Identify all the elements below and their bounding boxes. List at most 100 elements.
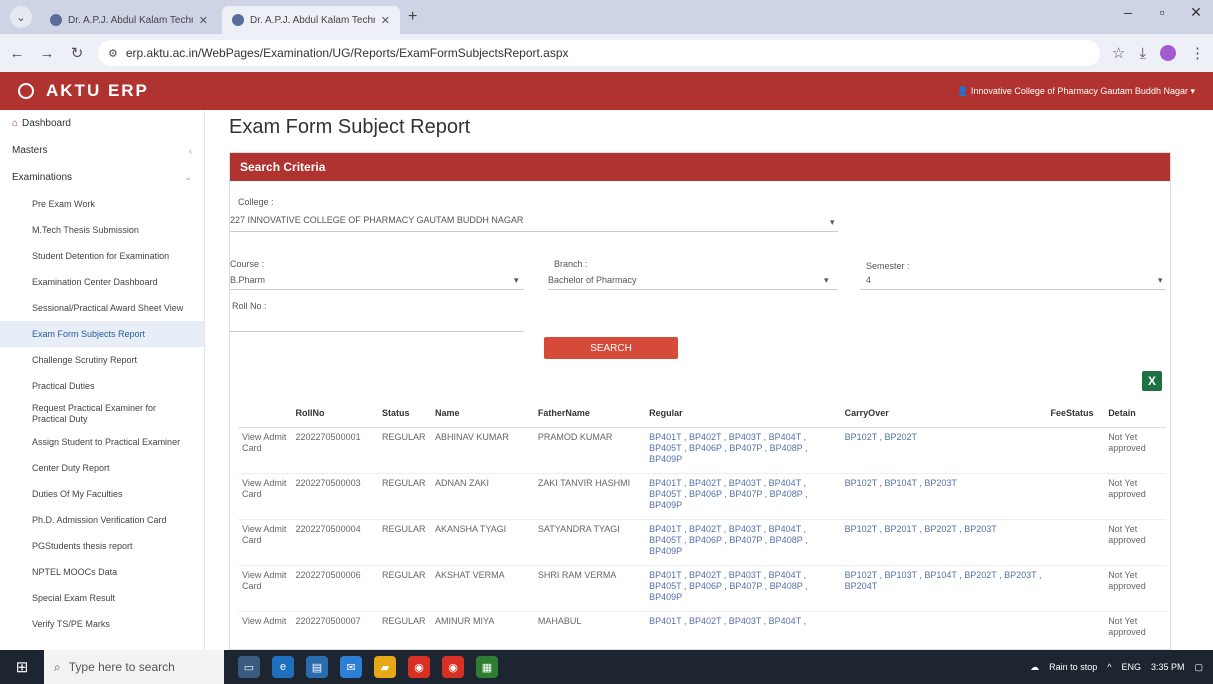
cell-regular: BP401T , BP402T , BP403T , BP404T , [645, 611, 841, 650]
mail-icon[interactable]: ✉ [340, 656, 362, 678]
weather-icon[interactable]: ☁ [1030, 662, 1039, 673]
branch-underline [548, 289, 838, 290]
sidebar-item-label: Duties Of My Faculties [32, 489, 123, 499]
close-tab-icon[interactable]: ✕ [381, 14, 390, 27]
sidebar-subitem[interactable]: Challenge Scrutiny Report [0, 347, 204, 373]
favicon-icon [232, 14, 244, 26]
profile-avatar[interactable] [1160, 45, 1176, 61]
cell-father: SHRI RAM VERMA [533, 565, 646, 612]
branch-select[interactable]: Bachelor of Pharmacy [548, 275, 637, 285]
back-icon[interactable]: ← [8, 45, 26, 62]
chrome-icon[interactable]: ◉ [442, 656, 464, 678]
sidebar-subitem[interactable]: Sessional/Practical Award Sheet View [0, 295, 204, 321]
sidebar-subitem[interactable]: Practical Duties [0, 373, 204, 399]
sidebar-subitem[interactable]: PGStudents thesis report [0, 533, 204, 559]
view-admit-card-link[interactable]: View Admit Card [238, 565, 292, 612]
cell-name: ADNAN ZAKI [430, 473, 534, 520]
institution-name[interactable]: 👤 Innovative College of Pharmacy Gautam … [957, 86, 1195, 97]
sidebar-subitem[interactable]: M.Tech Thesis Submission [0, 217, 204, 243]
sidebar-item-label: Exam Form Subjects Report [32, 329, 146, 339]
cell-father: MAHABUL [533, 611, 646, 650]
table-row: View Admit Card 2202270500003 REGULAR AD… [238, 473, 1166, 520]
cell-status: REGULAR [377, 611, 431, 650]
sidebar-subitem[interactable]: Examination Center Dashboard [0, 269, 204, 295]
url-bar[interactable]: ⚙ erp.aktu.ac.in/WebPages/Examination/UG… [98, 40, 1100, 66]
url-text: erp.aktu.ac.in/WebPages/Examination/UG/R… [125, 46, 569, 60]
windows-start-icon[interactable]: ⊞ [0, 658, 44, 676]
taskbar-search-placeholder: Type here to search [68, 660, 175, 674]
sidebar-subitem[interactable]: Duties Of My Faculties [0, 481, 204, 507]
window-controls: – ▫ ✕ [1111, 4, 1213, 21]
bookmark-star-icon[interactable]: ☆ [1112, 44, 1125, 62]
view-admit-card-link[interactable]: View Admit Card [238, 473, 292, 520]
browser-tab-2[interactable]: Dr. A.P.J. Abdul Kalam Techno ✕ [222, 6, 400, 34]
view-admit-card-link[interactable]: View Admit Card [238, 427, 292, 474]
chrome-icon[interactable]: ◉ [408, 656, 430, 678]
semester-label: Semester : [866, 261, 910, 271]
edge-icon[interactable]: e [272, 656, 294, 678]
semester-underline [860, 289, 1166, 290]
view-admit-card-link[interactable]: View Admit [238, 611, 292, 650]
maximize-icon[interactable]: ▫ [1145, 4, 1179, 21]
sidebar-item-dashboard[interactable]: ⌂ Dashboard [0, 110, 204, 137]
col-header-feestatus: FeeStatus [1046, 399, 1105, 428]
reload-icon[interactable]: ↻ [68, 44, 86, 62]
clock[interactable]: 3:35 PM [1151, 662, 1185, 672]
browser-tab-1[interactable]: Dr. A.P.J. Abdul Kalam Techn ✕ [40, 6, 218, 34]
sidebar-subitem[interactable]: Assign Student to Practical Examiner [0, 429, 204, 455]
cell-father: SATYANDRA TYAGI [533, 519, 646, 566]
college-select[interactable]: 227 INNOVATIVE COLLEGE OF PHARMACY GAUTA… [230, 215, 523, 225]
sidebar-item-masters[interactable]: Masters ‹ [0, 137, 204, 164]
forward-icon[interactable]: → [38, 45, 56, 62]
site-info-icon[interactable]: ⚙ [108, 47, 118, 60]
rollno-input[interactable] [230, 331, 524, 332]
sidebar-item-label: Special Exam Result [32, 593, 116, 603]
search-button[interactable]: SEARCH [544, 337, 678, 359]
cell-rollno: 2202270500004 [291, 519, 378, 566]
cell-carryover: BP102T , BP202T [840, 427, 1047, 474]
sidebar-subitem[interactable]: NPTEL MOOCs Data [0, 559, 204, 585]
close-window-icon[interactable]: ✕ [1179, 4, 1213, 21]
minimize-icon[interactable]: – [1111, 4, 1145, 21]
favicon-icon [50, 14, 62, 26]
tray-chevron-icon[interactable]: ^ [1107, 662, 1111, 672]
logo-icon [18, 83, 34, 99]
cell-detain: Not Yet approved [1104, 519, 1166, 566]
sidebar-subitem[interactable]: Center Duty Report [0, 455, 204, 481]
sidebar-subitem[interactable]: Student Detention for Examination [0, 243, 204, 269]
cell-rollno: 2202270500001 [291, 427, 378, 474]
file-explorer-icon[interactable]: ▰ [374, 656, 396, 678]
sidebar-subitem[interactable]: Request Practical Examiner for Practical… [0, 399, 204, 429]
table-row: View Admit Card 2202270500006 REGULAR AK… [238, 565, 1166, 612]
sidebar-subitem[interactable]: Ph.D. Admission Verification Card [0, 507, 204, 533]
language-indicator[interactable]: ENG [1121, 662, 1141, 672]
sidebar-subitem[interactable]: Verify TS/PE Marks [0, 611, 204, 637]
task-view-icon[interactable]: ▭ [238, 656, 260, 678]
tab-search-icon[interactable]: ⌄ [10, 6, 32, 28]
sidebar-item-examinations[interactable]: Examinations ⌄ [0, 164, 204, 191]
sidebar-item-label: Sessional/Practical Award Sheet View [32, 303, 184, 313]
sidebar-subitem-active[interactable]: Exam Form Subjects Report [0, 321, 204, 347]
close-tab-icon[interactable]: ✕ [199, 14, 208, 27]
course-select[interactable]: B.Pharm [230, 275, 265, 285]
sidebar-subitem[interactable]: Pre Exam Work [0, 191, 204, 217]
college-underline [230, 231, 838, 232]
notification-icon[interactable]: ▢ [1194, 662, 1203, 673]
app-icon[interactable]: ▦ [476, 656, 498, 678]
sidebar: ⌂ Dashboard Masters ‹ Examinations ⌄ Pre Ex… [0, 110, 205, 650]
cell-detain: Not Yet approved [1104, 427, 1166, 474]
sidebar-item-label: Masters [12, 145, 48, 156]
view-admit-card-link[interactable]: View Admit Card [238, 519, 292, 566]
store-icon[interactable]: ▤ [306, 656, 328, 678]
cell-status: REGULAR [377, 473, 431, 520]
new-tab-button[interactable]: + [408, 8, 417, 26]
col-header-detain: Detain [1104, 399, 1166, 428]
chevron-down-icon: ▾ [824, 275, 829, 285]
download-icon[interactable]: ⤓ [1139, 45, 1146, 62]
excel-export-icon[interactable]: X [1142, 371, 1162, 391]
semester-select[interactable]: 4 [866, 275, 871, 285]
menu-kebab-icon[interactable]: ⋮ [1190, 44, 1205, 62]
taskbar-search[interactable]: ⌕ Type here to search [44, 650, 224, 684]
sidebar-subitem[interactable]: Special Exam Result [0, 585, 204, 611]
app-header: AKTU ERP 👤 Innovative College of Pharmac… [0, 72, 1213, 110]
